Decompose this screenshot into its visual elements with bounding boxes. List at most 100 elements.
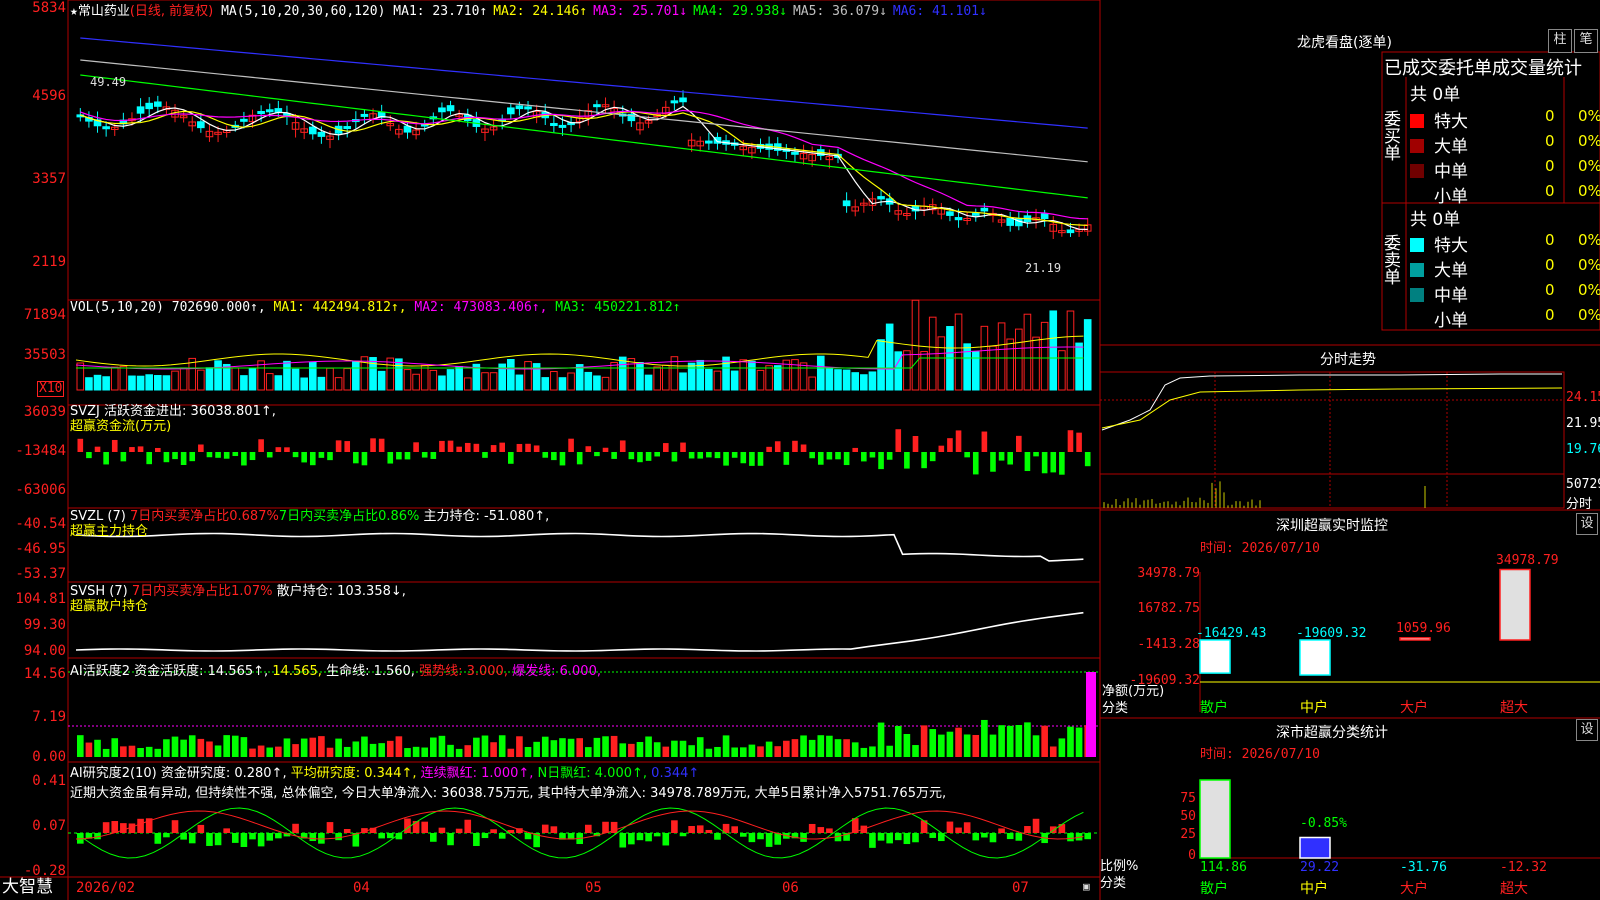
monitor-settings-button[interactable]: 设 — [1576, 513, 1598, 535]
research-bar — [894, 833, 902, 841]
research-bar — [473, 833, 480, 847]
candle-body — [274, 108, 283, 113]
stats-ytick-1: 50 — [1180, 809, 1196, 824]
activity-bar — [619, 743, 627, 757]
buy-row-3: 小单 0 0% — [1410, 182, 1600, 207]
volume-bar — [997, 322, 1006, 391]
volume-bar — [1023, 313, 1032, 391]
ai2-n-day-red: N日飘红: 4.000↑, — [537, 766, 648, 781]
activity-bar — [791, 739, 799, 757]
volume-bar — [403, 369, 412, 391]
buy-name-3: 小单 — [1434, 187, 1468, 207]
stats-settings-button[interactable]: 设 — [1576, 719, 1598, 741]
candle-body — [980, 207, 989, 212]
volume-bar — [722, 356, 730, 391]
volume-bar — [446, 369, 455, 391]
vol-unit-badge[interactable]: X10 — [37, 381, 65, 397]
activity-bar — [455, 748, 463, 757]
stats-value-1: 29.22 — [1300, 860, 1340, 875]
vol-value: 702690.000↑, — [171, 300, 266, 315]
activity-bar — [188, 735, 196, 757]
buy-swatch-1 — [1410, 139, 1424, 153]
research-bar — [679, 833, 687, 837]
stats-annotation: -0.85% — [1300, 816, 1347, 831]
activity-bar — [378, 743, 385, 757]
date-label-1: 04 — [353, 880, 370, 896]
low-price-mark: 21.19 — [1025, 261, 1062, 275]
monitor-category-2: 大户 — [1400, 700, 1428, 716]
research-bar — [102, 822, 110, 833]
activity-bar — [894, 725, 902, 757]
research-bar — [808, 823, 816, 833]
pen-view-button[interactable]: 笔 — [1574, 29, 1598, 53]
activity-bar — [481, 735, 489, 757]
research-bar — [1006, 833, 1014, 840]
volume-bar — [395, 358, 403, 391]
volume-bar — [885, 323, 894, 391]
research-bar — [154, 833, 162, 844]
stats-value-3: -12.32 — [1500, 860, 1547, 875]
app-logo[interactable]: 大智慧 — [2, 877, 53, 897]
volume-bar — [455, 366, 463, 391]
activity-bar — [903, 734, 911, 757]
sell-swatch-2 — [1410, 288, 1424, 302]
volume-bar — [1015, 328, 1023, 391]
activity-bar — [1067, 726, 1074, 757]
activity-bar — [765, 741, 773, 757]
volume-bar — [128, 375, 136, 391]
intraday-title[interactable]: 分时走势 — [1320, 349, 1376, 369]
activity-bar — [628, 743, 635, 757]
volume-bar — [644, 374, 653, 391]
candle-body — [670, 100, 679, 104]
research-bar — [688, 826, 695, 833]
volume-bar — [481, 372, 489, 391]
research-bar — [998, 828, 1005, 833]
buy-name-0: 特大 — [1434, 112, 1468, 132]
buy-name-2: 中单 — [1434, 162, 1468, 182]
volume-bar — [687, 362, 696, 391]
activity-bar — [180, 739, 187, 757]
research-bar — [1024, 826, 1031, 833]
candle-body — [679, 97, 687, 103]
bar-view-button[interactable]: 柱 — [1548, 29, 1572, 53]
volume-bar — [463, 377, 472, 391]
sell-total: 共 0单 — [1410, 210, 1461, 230]
volume-bar — [1006, 338, 1015, 391]
period-label[interactable]: (日线, 前复权) — [130, 4, 213, 19]
research-bar — [774, 833, 782, 845]
svzj-header: SVZJ 活跃资金进出: 36038.801↑, 超赢资金流(万元) — [70, 404, 276, 434]
date-label-3: 06 — [782, 880, 799, 896]
high-price-mark: 49.49 — [90, 75, 127, 89]
activity-bar — [309, 737, 317, 757]
activity-bar — [946, 731, 954, 757]
lock-icon[interactable]: ▣ — [1083, 880, 1090, 893]
star-icon[interactable]: ★ — [70, 4, 78, 19]
monitor-bar-2 — [1399, 637, 1431, 641]
intraday-vol: 50729 — [1566, 477, 1600, 492]
activity-bar — [137, 748, 144, 757]
ai2-avg-value: 0.344↑ — [651, 766, 700, 781]
buy-count-2: 0 — [1545, 157, 1555, 175]
research-bar — [481, 833, 489, 839]
activity-bar — [77, 735, 84, 757]
activity-bar — [85, 742, 93, 757]
monitor-axis-category: 分类 — [1102, 701, 1129, 716]
ma-value-4: MA4: 29.938↓ — [693, 4, 787, 19]
research-bar — [765, 833, 773, 847]
ma4-line — [80, 74, 1088, 199]
candle-body — [240, 118, 248, 122]
buy-count-0: 0 — [1545, 107, 1555, 125]
research-bar — [1058, 824, 1066, 833]
volume-bar — [636, 362, 644, 391]
volume-bar — [1083, 319, 1092, 391]
activity-bar — [533, 741, 540, 757]
activity-bar — [524, 746, 532, 757]
candle-body — [257, 111, 265, 115]
stock-name[interactable]: 常山药业 — [78, 4, 130, 19]
activity-bar — [102, 748, 110, 757]
volume-bar — [661, 364, 670, 391]
research-bar — [628, 833, 635, 845]
trading-terminal: ★常山药业(日线, 前复权) MA(5,10,20,30,60,120) MA1… — [0, 0, 1600, 900]
ma-value-1: MA1: 23.710↑ — [393, 4, 488, 19]
research-bar — [378, 833, 385, 839]
